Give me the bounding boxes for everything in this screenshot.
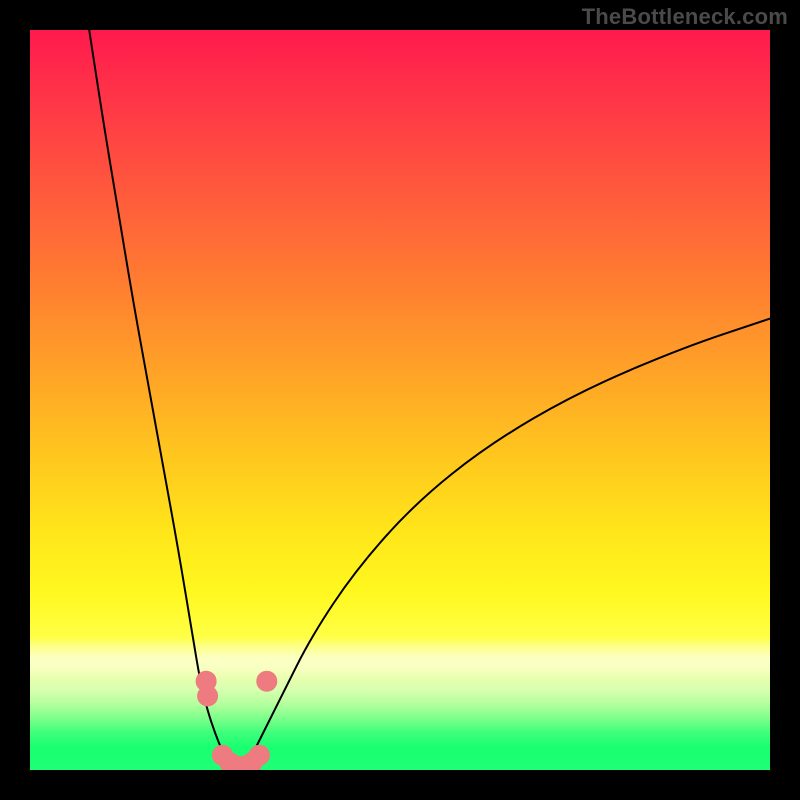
curve-layer [30,30,770,770]
marker-group [196,671,277,770]
chart-frame: TheBottleneck.com [0,0,800,800]
marker-bottom-cluster-f [249,745,269,765]
watermark-text: TheBottleneck.com [582,4,788,30]
plot-area [30,30,770,770]
left-curve [89,30,237,770]
marker-right-knee [257,671,277,691]
right-curve [237,319,770,770]
marker-left-knee-pair-2 [198,686,218,706]
